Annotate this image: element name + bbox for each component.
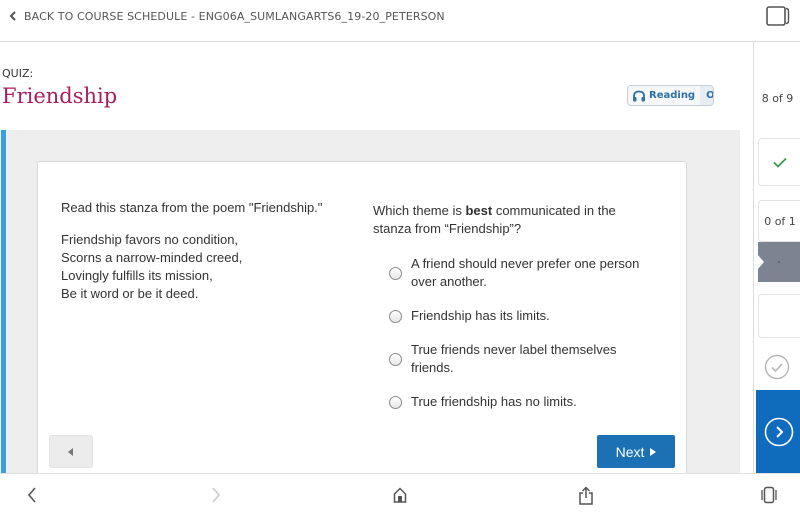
- answer-option-4[interactable]: True friendship has no limits.: [389, 393, 649, 411]
- radio-button[interactable]: [389, 266, 402, 280]
- tabs-icon[interactable]: [761, 486, 777, 504]
- question-text-emphasis: best: [465, 203, 493, 218]
- previous-button[interactable]: [49, 435, 93, 468]
- question-panel: Read this stanza from the poem "Friendsh…: [0, 130, 740, 481]
- rail-item-current[interactable]: [757, 242, 800, 282]
- browser-toolbar: [0, 473, 800, 517]
- current-dot: [778, 261, 780, 263]
- home-icon[interactable]: [393, 486, 407, 504]
- reading-label: Reading: [649, 90, 696, 101]
- triangle-left-icon: [68, 447, 73, 456]
- back-icon[interactable]: [27, 486, 37, 504]
- reading-label-group: Reading: [628, 86, 695, 105]
- next-button-label: Next: [615, 443, 645, 460]
- rail-item-empty[interactable]: [758, 294, 800, 338]
- chevron-left-icon: [9, 11, 16, 21]
- answer-option-2[interactable]: Friendship has its limits.: [389, 307, 649, 325]
- back-link-label: BACK TO COURSE SCHEDULE - ENG06A_SUMLANG…: [24, 9, 445, 23]
- answer-option-1[interactable]: A friend should never prefer one person …: [389, 255, 649, 291]
- question-card: Read this stanza from the poem "Friendsh…: [37, 161, 687, 481]
- question-text: Which theme is best communicated in the …: [373, 202, 653, 238]
- next-button[interactable]: Next: [597, 435, 675, 468]
- share-icon[interactable]: [578, 486, 594, 506]
- back-to-course-schedule-link[interactable]: BACK TO COURSE SCHEDULE - ENG06A_SUMLANG…: [9, 7, 445, 25]
- poem-stanza: Friendship favors no condition, Scorns a…: [61, 231, 242, 303]
- current-indicator: [757, 254, 764, 270]
- answer-option-label: Friendship has its limits.: [411, 308, 550, 323]
- answer-options: A friend should never prefer one person …: [389, 255, 649, 411]
- answer-option-label: A friend should never prefer one person …: [411, 256, 640, 289]
- stanza-line: Be it word or be it deed.: [61, 286, 199, 301]
- panel-accent-bar: [1, 130, 6, 473]
- stanza-line: Friendship favors no condition,: [61, 232, 239, 247]
- rail-next-button[interactable]: [756, 390, 800, 473]
- page-title: Friendship: [2, 84, 118, 108]
- top-bar: BACK TO COURSE SCHEDULE - ENG06A_SUMLANG…: [0, 0, 800, 42]
- triangle-right-icon: [650, 447, 657, 456]
- question-navigation-rail: 8 of 9 0 of 1: [753, 42, 800, 473]
- quiz-label: QUIZ:: [2, 67, 34, 80]
- rail-item-count[interactable]: 0 of 1: [758, 200, 800, 242]
- reading-toggle[interactable]: Reading Off: [627, 85, 714, 106]
- answer-option-3[interactable]: True friends never label themselves frie…: [389, 341, 649, 377]
- reading-state: Off: [700, 86, 713, 105]
- answer-option-label: True friendship has no limits.: [411, 394, 577, 409]
- chevron-right-circle-icon: [764, 417, 793, 446]
- radio-button[interactable]: [389, 395, 402, 409]
- tablet-icon[interactable]: [766, 6, 790, 26]
- forward-icon[interactable]: [211, 486, 221, 504]
- check-icon: [773, 157, 787, 168]
- stanza-line: Lovingly fulfills its mission,: [61, 268, 213, 283]
- question-prompt: Read this stanza from the poem "Friendsh…: [61, 200, 323, 215]
- answer-option-label: True friends never label themselves frie…: [411, 342, 617, 375]
- rail-item-completed[interactable]: [758, 138, 800, 186]
- check-circle-icon[interactable]: [764, 354, 790, 380]
- radio-button[interactable]: [389, 309, 402, 323]
- question-text-start: Which theme is: [373, 203, 466, 218]
- headphones-icon: [633, 90, 645, 101]
- radio-button[interactable]: [389, 352, 402, 366]
- stanza-line: Scorns a narrow-minded creed,: [61, 250, 243, 265]
- question-progress: 8 of 9: [761, 92, 794, 105]
